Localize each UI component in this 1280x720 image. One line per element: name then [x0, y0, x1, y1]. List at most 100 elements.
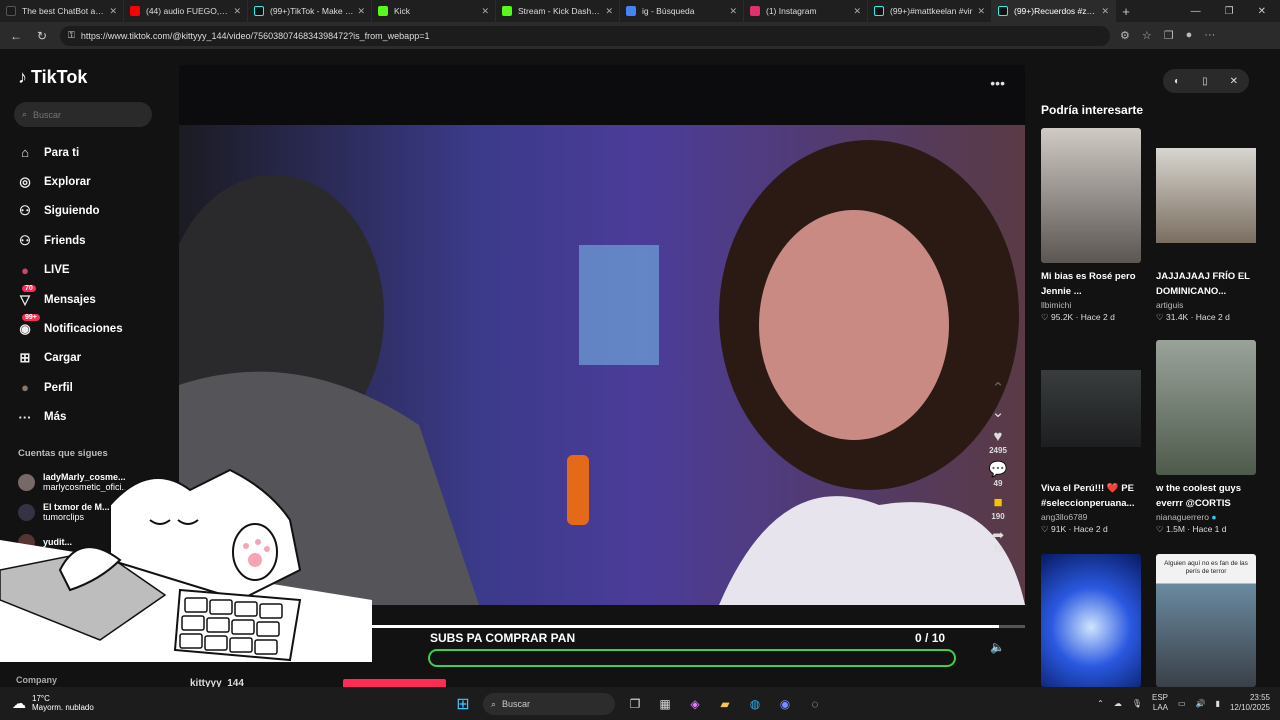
maximize-icon[interactable]: ❐ [1225, 6, 1234, 17]
onedrive-icon[interactable]: ☁ [1114, 699, 1122, 708]
collections-icon[interactable]: ❒ [1164, 29, 1174, 42]
battery-icon[interactable]: ▮ [1216, 699, 1220, 708]
browser-tab[interactable]: (99+)#mattkeelan #vir ✕ [868, 0, 992, 22]
recommended-author: artiguis [1156, 300, 1184, 310]
new-tab-button[interactable]: + [1116, 4, 1136, 19]
file-explorer-icon[interactable]: ▰ [715, 694, 735, 714]
close-icon[interactable]: ✕ [853, 6, 861, 17]
thumbnail-image [1041, 370, 1141, 447]
browser-tab-active[interactable]: (99+)Recuerdos #zeint ✕ [992, 0, 1116, 22]
back-icon[interactable]: ← [8, 29, 24, 43]
share-button[interactable]: ➦ 73 [992, 527, 1005, 554]
thumbnail-caption: Alguien aquí no es fan de las perís de t… [1164, 560, 1248, 575]
nav-item-perfil[interactable]: ● Perfil [16, 373, 123, 402]
nav-item-mensajes[interactable]: ▽ 70 Mensajes [16, 284, 123, 314]
nav-item-siguiendo[interactable]: ⚇ Siguiendo [16, 197, 123, 226]
browser-tab[interactable]: Stream - Kick Dashboa ✕ [496, 0, 620, 22]
follow-button[interactable] [343, 679, 446, 687]
browser-tab[interactable]: Kick ✕ [372, 0, 496, 22]
close-icon[interactable]: ✕ [729, 6, 737, 17]
pip-icon[interactable]: ◐ [1174, 76, 1180, 87]
nav-item-cargar[interactable]: ⊞ Cargar [16, 344, 123, 373]
nav-label: Friends [44, 234, 86, 247]
comment-count: 49 [993, 479, 1003, 488]
recommended-video[interactable]: Viva el Perú!!! ❤️ PE #seleccionperuana.… [1041, 340, 1146, 536]
nav-item-explorar[interactable]: ◎ Explorar [16, 167, 123, 196]
upload-icon: ⊞ [19, 350, 31, 366]
recommendations-panel: ◐ ▯ ✕ Podría interesarte Mi bias es Rosé… [1025, 49, 1280, 687]
browser-tab[interactable]: (99+)TikTok - Make You ✕ [248, 0, 372, 22]
nav-item-para-ti[interactable]: ⌂ Para ti [16, 138, 123, 167]
browser-tools: ⚙ ☆ ❒ ● ··· [1120, 29, 1215, 42]
browser-tab[interactable]: The best ChatBot and V ✕ [0, 0, 124, 22]
nav-item-mas[interactable]: ··· Más [16, 403, 123, 432]
favorite-icon[interactable]: ☆ [1142, 29, 1152, 42]
profile-icon[interactable]: ● [1186, 29, 1193, 42]
microphone-icon[interactable]: 🎙 [1132, 699, 1142, 708]
bongo-cat-overlay [0, 468, 372, 662]
nav-label: Cargar [44, 352, 82, 365]
menu-icon[interactable]: ··· [1204, 29, 1215, 42]
taskbar-search-label: Buscar [502, 699, 531, 709]
volume-icon[interactable]: 🔈 [990, 640, 1005, 654]
recommended-video[interactable] [1041, 554, 1146, 687]
video-thumbnail: Alguien aquí no es fan de las perís de t… [1156, 554, 1256, 687]
more-options-icon[interactable]: ••• [990, 75, 1005, 91]
share-icon: ➦ [991, 527, 1005, 544]
keyboard-layout[interactable]: ESP LAA [1152, 693, 1168, 713]
recommended-likes: 31.4K [1166, 312, 1189, 322]
network-icon[interactable]: ▭ [1178, 699, 1186, 708]
app-icon[interactable]: ◌ [805, 694, 825, 714]
scroll-up-button[interactable]: ⌃ [992, 380, 1005, 398]
tab-favicon [750, 6, 760, 16]
close-icon[interactable]: ✕ [605, 6, 613, 17]
url-field[interactable]: ⚿ https://www.tiktok.com/@kittyyy_144/vi… [60, 25, 1110, 46]
weather-widget[interactable]: ☁ 17°C Mayorm. nublado [12, 694, 94, 712]
recommended-video[interactable]: JAJJAJAAJ FRÍO EL DOMINICANO... artiguis… [1156, 128, 1261, 324]
taskbar-apps: ⊞ ⌕ Buscar ❐ ▦ ◈ ▰ ◍ ◉ ◌ [453, 693, 825, 715]
extensions-icon[interactable]: ⚙ [1120, 29, 1130, 42]
recommended-video[interactable]: Mi bias es Rosé pero Jennie ... llbimich… [1041, 128, 1146, 324]
copilot-icon[interactable]: ◈ [685, 694, 705, 714]
device-icon[interactable]: ▯ [1202, 76, 1208, 87]
reload-icon[interactable]: ↻ [34, 29, 50, 43]
date: 12/10/2025 [1229, 703, 1270, 712]
recommended-video[interactable]: w the coolest guys everrr @CORTIS nianag… [1156, 340, 1261, 536]
nav-item-notificaciones[interactable]: ◉ 99+ Notificaciones [16, 314, 123, 343]
search-box[interactable]: ⌕ [14, 102, 152, 127]
discord-icon[interactable]: ◉ [775, 694, 795, 714]
minimize-icon[interactable]: — [1191, 6, 1201, 17]
close-icon[interactable]: ✕ [977, 6, 985, 17]
browser-tab[interactable]: (1) Instagram ✕ [744, 0, 868, 22]
save-button[interactable]: ■ 190 [991, 494, 1004, 521]
system-tray: ⌃ ☁ 🎙 ESP LAA ▭ 🔊 ▮ 23:55 12/10/2025 [1097, 693, 1270, 713]
close-window-icon[interactable]: ✕ [1258, 6, 1266, 17]
taskbar-search[interactable]: ⌕ Buscar [483, 693, 615, 715]
close-icon[interactable]: ✕ [481, 6, 489, 17]
search-input[interactable] [33, 109, 134, 120]
nav-item-friends[interactable]: ⚇ Friends [16, 226, 123, 255]
scroll-down-button[interactable]: ⌄ [992, 404, 1005, 422]
windows-start-icon[interactable]: ⊞ [453, 694, 473, 714]
edge-icon[interactable]: ◍ [745, 694, 765, 714]
site-info-icon[interactable]: ⚿ [68, 30, 75, 41]
browser-tab[interactable]: (44) audio FUEGO, FUE ✕ [124, 0, 248, 22]
comment-icon: 💬 [988, 461, 1008, 478]
close-icon[interactable]: ✕ [233, 6, 241, 17]
close-icon[interactable]: ✕ [1230, 76, 1238, 87]
recommended-video[interactable]: Alguien aquí no es fan de las perís de t… [1156, 554, 1261, 687]
nav-item-live[interactable]: ● LIVE [16, 256, 123, 285]
chevron-up-icon[interactable]: ⌃ [1097, 699, 1104, 708]
like-button[interactable]: ♥ 2495 [989, 428, 1007, 455]
close-icon[interactable]: ✕ [109, 6, 117, 17]
tiktok-logo[interactable]: ♪ TikTok [18, 67, 87, 88]
volume-icon[interactable]: 🔊 [1196, 699, 1206, 708]
store-icon[interactable]: ▦ [655, 694, 675, 714]
company-link[interactable]: Company [16, 675, 57, 685]
comment-button[interactable]: 💬 49 [989, 461, 1008, 488]
browser-tab[interactable]: ig - Búsqueda ✕ [620, 0, 744, 22]
close-icon[interactable]: ✕ [1101, 6, 1109, 17]
task-view-icon[interactable]: ❐ [625, 694, 645, 714]
close-icon[interactable]: ✕ [357, 6, 365, 17]
clock[interactable]: 23:55 12/10/2025 [1230, 693, 1270, 713]
